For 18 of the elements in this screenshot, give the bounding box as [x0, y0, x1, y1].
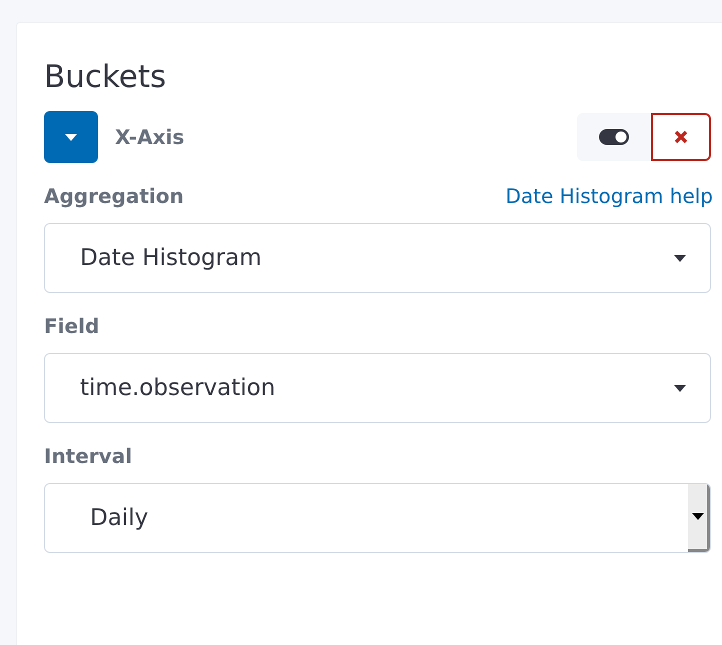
select-field[interactable]: Daily — [44, 483, 711, 553]
field-label: Field — [44, 313, 100, 340]
select-field[interactable]: Date Histogram — [44, 223, 711, 293]
select-field[interactable]: time.observation — [44, 353, 711, 423]
remove-button[interactable] — [651, 113, 711, 161]
caret-icon — [674, 254, 686, 262]
collapse-button[interactable] — [44, 111, 98, 163]
bucket-label: X-Axis — [115, 124, 184, 151]
dropdown-arrow-button[interactable] — [688, 484, 710, 552]
field-label: Aggregation — [44, 183, 184, 210]
close-icon — [674, 130, 688, 144]
help-link[interactable]: Date Histogram help — [506, 181, 713, 211]
field-label: Interval — [44, 443, 132, 470]
caret-icon — [692, 513, 704, 520]
panel-title: Buckets — [44, 58, 166, 97]
caret-icon — [65, 134, 77, 140]
caret-icon — [674, 384, 686, 392]
toggle-button[interactable] — [577, 113, 651, 161]
